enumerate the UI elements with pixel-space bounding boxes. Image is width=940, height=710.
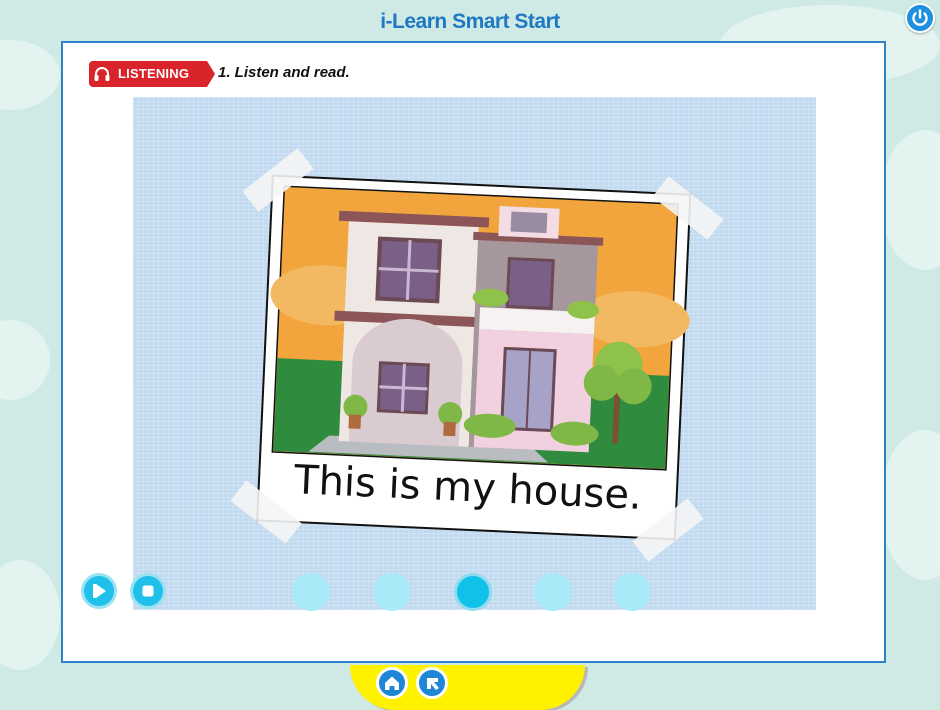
background-cloud: [0, 320, 50, 400]
play-button[interactable]: [81, 573, 117, 609]
stop-icon: [142, 585, 154, 597]
stop-button[interactable]: [130, 573, 166, 609]
home-icon: [385, 676, 399, 690]
polaroid-photo: [230, 148, 724, 562]
page-dot-4[interactable]: [534, 573, 572, 611]
scene-illustration: This is my house.: [133, 97, 816, 610]
play-icon: [93, 584, 106, 598]
page-dot-1[interactable]: [292, 573, 330, 611]
page-dot-2[interactable]: [373, 573, 411, 611]
back-arrow-icon: [427, 678, 439, 690]
page-dot-3-active[interactable]: [454, 573, 492, 611]
page-dot-5[interactable]: [613, 573, 651, 611]
badge-label: LISTENING: [118, 66, 190, 81]
activity-panel: LISTENING 1. Listen and read. This is my…: [61, 41, 886, 663]
instruction-text: 1. Listen and read.: [218, 64, 350, 81]
home-button[interactable]: [376, 667, 408, 699]
headphones-icon: [94, 67, 110, 81]
power-button[interactable]: [905, 3, 935, 33]
back-button[interactable]: [416, 667, 448, 699]
background-cloud: [0, 560, 60, 670]
background-cloud: [880, 430, 940, 580]
background-cloud: [0, 40, 60, 110]
power-icon: [912, 9, 928, 26]
background-cloud: [880, 130, 940, 270]
listening-badge: LISTENING: [89, 61, 215, 87]
app-title: i-Learn Smart Start: [380, 10, 560, 33]
